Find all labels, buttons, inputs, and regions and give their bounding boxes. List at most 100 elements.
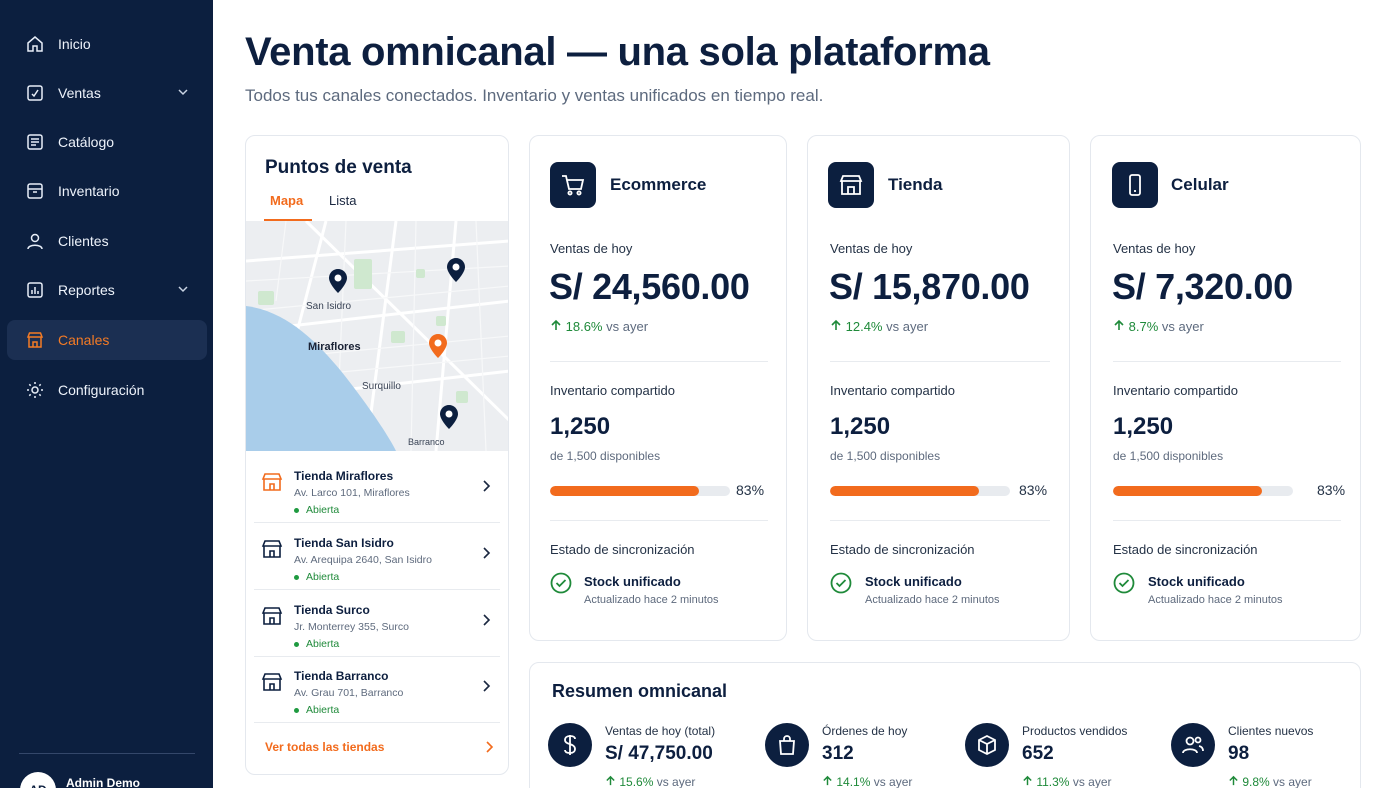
sidebar-item-inventario[interactable]: Inventario [7, 171, 207, 211]
user-icon [25, 231, 45, 251]
trend-percent: 12.4% [845, 319, 883, 334]
inventory-label: Inventario compartido [1113, 383, 1239, 398]
trend-percent: 14.1% [836, 775, 871, 788]
trend-text: vs ayer [873, 775, 913, 788]
avatar[interactable]: AD [20, 772, 56, 788]
store-address: Av. Larco 101, Miraflores [294, 487, 410, 499]
sync-status: Stock unificado [1148, 574, 1245, 589]
sidebar-item-catalogo[interactable]: Catálogo [7, 122, 207, 162]
sidebar-item-ventas[interactable]: Ventas [7, 73, 207, 113]
tab-list[interactable]: Lista [329, 193, 356, 208]
store-address: Jr. Monterrey 355, Surco [294, 621, 409, 633]
store-icon [828, 162, 874, 208]
check-circle-icon [830, 572, 852, 594]
sidebar-divider [19, 753, 195, 754]
chevron-down-icon[interactable] [177, 85, 189, 103]
points-of-sale-title: Puntos de venta [265, 157, 412, 178]
store-status: Abierta [306, 571, 340, 583]
trend-text: vs ayer [1161, 319, 1204, 334]
kpi-trend: 15.6% vs ayer [605, 775, 695, 788]
map-pin-icon[interactable] [447, 258, 465, 282]
divider [550, 520, 768, 521]
points-of-sale-card: Puntos de venta Mapa Lista San Isidro Mi… [245, 135, 509, 775]
sync-updated: Actualizado hace 2 minutos [865, 594, 1000, 606]
user-name[interactable]: Admin Demo [66, 776, 140, 788]
sync-updated: Actualizado hace 2 minutos [584, 594, 719, 606]
map-pin-icon[interactable] [329, 269, 347, 293]
divider [1113, 361, 1341, 362]
chevron-right-icon[interactable] [480, 479, 492, 493]
sidebar-item-reportes[interactable]: Reportes [7, 270, 207, 310]
trend-percent: 18.6% [565, 319, 603, 334]
store-list-item[interactable]: Tienda Miraflores Av. Larco 101, Miraflo… [254, 457, 500, 523]
cart-icon [550, 162, 596, 208]
store-icon [261, 473, 283, 491]
store-name: Tienda San Isidro [294, 536, 394, 550]
status-dot [294, 508, 299, 513]
kpi-value: 312 [822, 743, 854, 764]
map-pin-icon[interactable] [440, 405, 458, 429]
sidebar-item-configuracion[interactable]: Configuración [7, 370, 207, 410]
inventory-percent: 83% [736, 482, 765, 498]
bag-icon [765, 723, 809, 767]
channel-card-celular: Celular Ventas de hoy S/ 7,320.00 8.7% v… [1090, 135, 1361, 641]
sidebar-item-canales[interactable]: Canales [7, 320, 207, 360]
map-pin-selected-icon[interactable] [429, 334, 447, 358]
inventory-available: de 1,500 disponibles [1113, 449, 1224, 463]
omnichannel-summary-card: Resumen omnicanal Ventas de hoy (total) … [529, 662, 1361, 788]
gear-icon [25, 380, 45, 400]
arrow-up-icon [551, 319, 561, 330]
sales-value: S/ 15,870.00 [829, 266, 1030, 307]
sync-label: Estado de sincronización [830, 542, 975, 557]
kpi-trend: 11.3% vs ayer [1022, 775, 1112, 788]
divider [830, 361, 1050, 362]
store-address: Av. Arequipa 2640, San Isidro [294, 554, 432, 566]
inventory-progress-bar [550, 486, 730, 496]
view-all-stores-link[interactable]: Ver todas las tiendas [265, 740, 384, 754]
store-name: Tienda Barranco [294, 669, 389, 683]
store-status: Abierta [306, 638, 340, 650]
store-list-item[interactable]: Tienda San Isidro Av. Arequipa 2640, San… [254, 524, 500, 590]
store-map[interactable]: San Isidro Miraflores Surquillo Barranco [246, 221, 508, 451]
store-name: Tienda Miraflores [294, 469, 394, 483]
trend-text: vs ayer [656, 775, 696, 788]
store-list-item[interactable]: Tienda Surco Jr. Monterrey 355, Surco Ab… [254, 591, 500, 657]
inventory-available: de 1,500 disponibles [550, 449, 661, 463]
chevron-right-icon[interactable] [480, 613, 492, 627]
phone-icon [1112, 162, 1158, 208]
inventory-value: 1,250 [550, 413, 611, 440]
trend-percent: 15.6% [619, 775, 654, 788]
inventory-progress-fill [830, 486, 980, 496]
chevron-right-icon[interactable] [480, 546, 492, 560]
store-icon [261, 540, 283, 558]
kpi-value: 652 [1022, 743, 1054, 764]
sidebar-item-inicio[interactable]: Inicio [7, 24, 207, 64]
sync-updated: Actualizado hace 2 minutos [1148, 594, 1283, 606]
sales-value: S/ 7,320.00 [1112, 266, 1293, 307]
inventory-label: Inventario compartido [830, 383, 956, 398]
status-dot [294, 708, 299, 713]
sales-trend: 8.7% vs ayer [1113, 319, 1204, 334]
check-circle-icon [1113, 572, 1135, 594]
box-icon [965, 723, 1009, 767]
tab-map[interactable]: Mapa [270, 193, 303, 208]
divider [830, 520, 1050, 521]
inventory-percent: 83% [1019, 482, 1048, 498]
sales-label: Ventas de hoy [550, 241, 633, 256]
sidebar-item-clientes[interactable]: Clientes [7, 221, 207, 261]
kpi-label: Ventas de hoy (total) [605, 724, 716, 738]
users-icon [1171, 723, 1215, 767]
sidebar-item-label: Configuración [58, 382, 145, 398]
sidebar-item-label: Inicio [58, 36, 91, 52]
sales-label: Ventas de hoy [1113, 241, 1196, 256]
kpi-value: S/ 47,750.00 [605, 743, 713, 764]
store-list-item[interactable]: Tienda Barranco Av. Grau 701, Barranco A… [254, 657, 500, 723]
chevron-right-icon[interactable] [484, 741, 494, 753]
summary-title: Resumen omnicanal [552, 681, 728, 701]
channel-name: Tienda [888, 175, 943, 194]
dollar-icon [548, 723, 592, 767]
chevron-right-icon[interactable] [480, 679, 492, 693]
divider [550, 361, 768, 362]
chevron-down-icon[interactable] [177, 282, 189, 300]
catalog-icon [25, 132, 45, 152]
